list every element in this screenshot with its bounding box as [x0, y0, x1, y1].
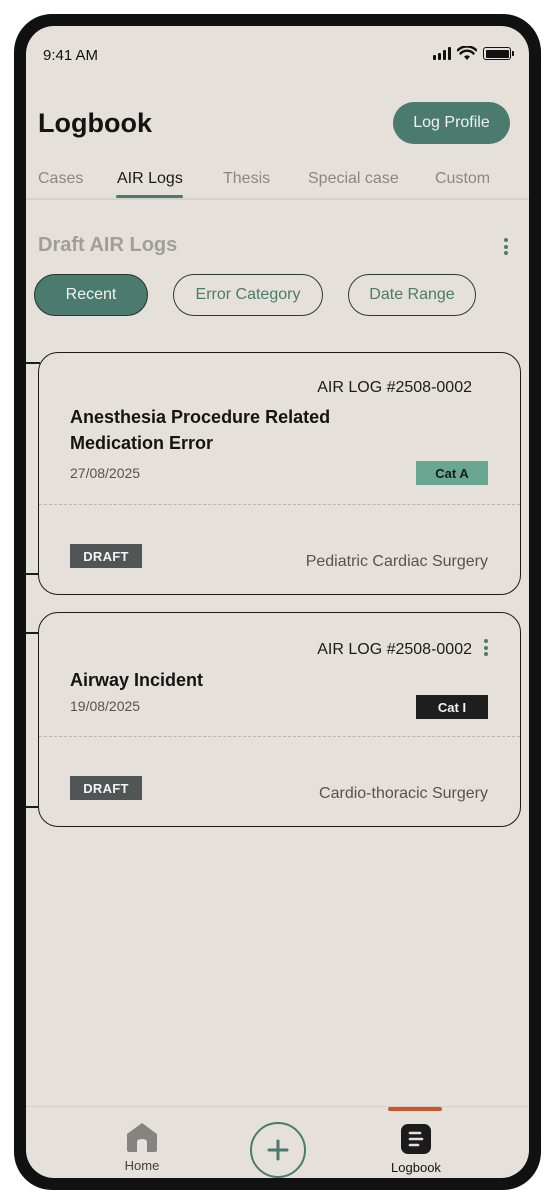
category-badge: Cat A: [416, 461, 488, 485]
category-badge: Cat I: [416, 695, 488, 719]
air-log-card[interactable]: AIR LOG #2508-0002 Airway Incident 19/08…: [38, 612, 521, 827]
card-connector: [26, 362, 40, 364]
add-log-button[interactable]: [250, 1122, 306, 1178]
card-divider: [39, 736, 520, 737]
log-profile-button[interactable]: Log Profile: [393, 102, 510, 144]
log-date: 19/08/2025: [70, 698, 141, 714]
section-title: Draft AIR Logs: [38, 234, 178, 256]
nav-logbook[interactable]: Logbook: [388, 1124, 444, 1175]
tab-special-case[interactable]: Special case: [308, 170, 399, 188]
filter-chip-date-range[interactable]: Date Range: [348, 274, 476, 316]
tab-cases[interactable]: Cases: [38, 170, 83, 188]
log-title: Airway Incident: [70, 667, 203, 693]
tab-air-logs[interactable]: AIR Logs: [117, 170, 183, 188]
nav-home[interactable]: Home: [120, 1122, 164, 1173]
screen: 9:41 AM Logbook Log Profile Cases AIR Lo…: [26, 26, 529, 1178]
department-label: Cardio-thoracic Surgery: [319, 785, 488, 802]
home-icon: [127, 1123, 157, 1152]
active-nav-indicator: [388, 1107, 442, 1111]
tab-thesis[interactable]: Thesis: [223, 170, 270, 188]
phone-frame: 9:41 AM Logbook Log Profile Cases AIR Lo…: [14, 14, 541, 1190]
card-more-icon[interactable]: [484, 639, 488, 656]
nav-home-label: Home: [124, 1158, 160, 1173]
log-title-line: Medication Error: [70, 433, 214, 453]
nav-logbook-label: Logbook: [391, 1160, 441, 1175]
status-badge: DRAFT: [70, 776, 142, 800]
department-label: Pediatric Cardiac Surgery: [305, 553, 488, 570]
status-time: 9:41 AM: [43, 47, 99, 64]
log-title-line: Anesthesia Procedure Related: [70, 407, 331, 427]
active-tab-underline: [116, 195, 183, 198]
status-badge: DRAFT: [70, 544, 142, 568]
page-title: Logbook: [38, 108, 152, 138]
air-log-card[interactable]: AIR LOG #2508-0002 Anesthesia Procedure …: [38, 352, 521, 595]
log-title-line: Airway Incident: [70, 670, 204, 690]
wifi-icon: [457, 46, 477, 60]
plus-icon: [267, 1139, 289, 1161]
cellular-signal-icon: [433, 47, 451, 60]
log-id: AIR LOG #2508-0002: [317, 379, 472, 396]
battery-icon: [483, 47, 514, 60]
logbook-icon: [401, 1124, 431, 1154]
tab-custom[interactable]: Custom: [435, 170, 490, 188]
section-more-icon[interactable]: [504, 238, 508, 255]
card-divider: [39, 504, 520, 505]
log-id: AIR LOG #2508-0002: [317, 641, 472, 658]
tab-bar: Cases AIR Logs Thesis Special case Custo…: [26, 164, 529, 200]
filter-chip-recent[interactable]: Recent: [34, 274, 148, 316]
status-icons: [433, 46, 514, 61]
log-title: Anesthesia Procedure Related Medication …: [70, 404, 330, 456]
filter-chip-error-category[interactable]: Error Category: [173, 274, 323, 316]
log-date: 27/08/2025: [70, 465, 141, 481]
